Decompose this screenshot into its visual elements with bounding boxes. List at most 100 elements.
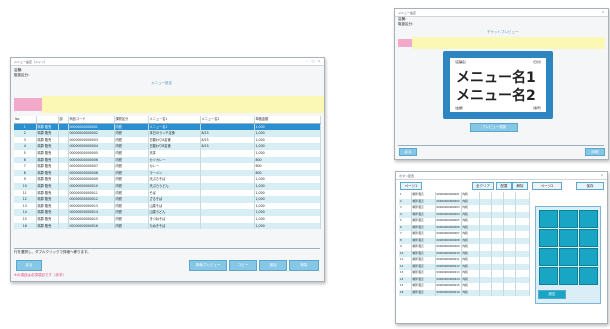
col-tax[interactable]: 課税区分	[114, 116, 149, 124]
preview-back-button[interactable]: 戻る	[399, 148, 417, 156]
main-titlebar: メニュー設定（メイン） – □ ×	[11, 58, 324, 66]
back-button[interactable]: 戻る	[16, 260, 42, 271]
table-row[interactable]: 3 精算 販売 00000000000003 内税 日替わりA定食 8/15 1,000	[14, 136, 321, 144]
grid-window-title: ボタン配置	[399, 173, 415, 178]
menu-button-tile[interactable]	[539, 248, 558, 266]
table-row[interactable]: 12 精算 販売 00000000000012 内税 ざるそば 1,000	[14, 196, 321, 203]
tab-page1[interactable]: ページ1	[400, 182, 422, 190]
menu-button-tile[interactable]	[579, 210, 598, 228]
cell-type: 精算 販売	[36, 189, 59, 197]
cell-no: 1	[14, 123, 37, 131]
table-row[interactable]: 6 精算 販売 00000000000006 内税 カツカレー 800	[14, 156, 321, 164]
cell-dept	[58, 130, 69, 137]
cell-type: 精算 販売	[36, 156, 59, 164]
col-price[interactable]: 単価金額	[254, 116, 321, 124]
table-row[interactable]: 10 精算 販売 00000000000010 内税 天ぷらうどん 1,000	[14, 182, 321, 190]
cell-name1: カツカレー	[148, 156, 201, 164]
cell-price: 1,000	[254, 222, 321, 230]
maximize-icon[interactable]: □	[311, 60, 315, 63]
cell-dept	[58, 196, 69, 203]
ticket-preview-button[interactable]: 券面プレビュー	[189, 260, 227, 271]
cell-price: 600	[254, 163, 321, 170]
table-row[interactable]: 15 精算 販売 00000000000015 内税 きつねそば 1,000	[14, 215, 321, 223]
table-row[interactable]: 13 精算 販売 00000000000013 内税 山菜そば 1,000	[14, 202, 321, 210]
tab-page2[interactable]: ページ2	[532, 182, 562, 190]
category-label: 取扱区分：	[14, 73, 32, 77]
table-row[interactable]: 14 精算 販売 00000000000014 内税 山菜うどん 1,000	[14, 209, 321, 216]
cell-dept	[58, 189, 69, 197]
menu-button-tile[interactable]	[579, 248, 598, 266]
table-row[interactable]: 8 精算 販売 00000000000008 内税 ラーメン 600	[14, 169, 321, 177]
col-name2[interactable]: メニュー名2	[200, 116, 255, 124]
col-dept[interactable]: 部	[58, 116, 69, 124]
save-button[interactable]: 保存	[576, 182, 604, 190]
cell-no: 8	[14, 169, 37, 177]
page-title: メニュー設定	[151, 81, 172, 85]
assign-cell	[491, 289, 504, 296]
table-row[interactable]: 16 精算 販売 00000000000016 内税 たぬきそば 1,000	[14, 222, 321, 230]
cell-code: 00000000000015	[68, 215, 115, 223]
clear-all-button[interactable]: 全クリア	[472, 182, 494, 190]
place-button[interactable]: 配置	[496, 182, 512, 190]
cell-dept	[58, 182, 69, 190]
cell-tax: 内税	[114, 130, 149, 137]
menu-button-tile[interactable]	[539, 267, 558, 285]
menu-button-tile[interactable]	[559, 210, 578, 228]
table-row[interactable]: 4 精算 販売 00000000000004 内税 日替わりB定食 8/15 1,000	[14, 143, 321, 150]
preview-print-button[interactable]: 印刷	[585, 148, 605, 156]
ticket-header-left: （店舗名）	[453, 60, 469, 64]
delete-button[interactable]: 削除	[289, 260, 319, 271]
ticket-card: （店舗名） （日付） メニュー名1 メニュー名2 （金額） （番号）	[450, 58, 546, 112]
col-code[interactable]: 商品コード	[68, 116, 115, 124]
table-row[interactable]: 11 精算 販売 00000000000011 内税 そば 1,000	[14, 189, 321, 197]
col-name1[interactable]: メニュー名1	[148, 116, 201, 124]
col-no[interactable]: No.	[14, 116, 37, 124]
selection-color-swatch[interactable]	[14, 98, 42, 111]
cell-price: 800	[254, 156, 321, 164]
menu-button-tile[interactable]	[579, 229, 598, 247]
menu-button-tile[interactable]	[559, 229, 578, 247]
assign-cell	[479, 289, 492, 296]
cell-type: 精算 販売	[36, 209, 59, 216]
assign-row[interactable]: 16 精算 販売 00000000000016 内税	[399, 289, 530, 296]
release-button[interactable]: 解除	[512, 182, 528, 190]
menu-button-tile[interactable]	[539, 229, 558, 247]
grid-setting-button[interactable]: 設定	[538, 290, 566, 299]
menu-button-tile[interactable]	[559, 267, 578, 285]
cell-type: 精算 販売	[36, 169, 59, 177]
cell-no: 16	[14, 222, 37, 230]
cell-name2: 8/15	[200, 130, 255, 137]
cell-price: 1,000	[254, 182, 321, 190]
cell-dept	[58, 136, 69, 144]
cell-name2	[200, 176, 255, 183]
cell-price: 1,000	[254, 196, 321, 203]
cell-name1: たぬきそば	[148, 222, 201, 230]
cell-code: 00000000000007	[68, 163, 115, 170]
cell-no: 5	[14, 149, 37, 157]
menu-button-tile[interactable]	[579, 267, 598, 285]
cell-name2: 8/15	[200, 136, 255, 144]
menu-button-tile[interactable]	[539, 210, 558, 228]
preview-swatch[interactable]	[398, 39, 412, 47]
close-icon[interactable]: ×	[600, 174, 604, 177]
add-button[interactable]: 追加	[259, 260, 287, 271]
col-type[interactable]	[36, 116, 59, 124]
menu-button-tile[interactable]	[559, 248, 578, 266]
close-icon[interactable]: ×	[317, 60, 321, 63]
minimize-icon[interactable]: –	[305, 60, 309, 63]
copy-button[interactable]: コピー	[229, 260, 257, 271]
cell-price: 1,000	[254, 202, 321, 210]
ticket-line2: メニュー名2	[456, 88, 536, 104]
preview-update-button[interactable]: プレビュー更新	[470, 123, 518, 132]
table-row[interactable]: 1 精算 販売 00000000000001 内税 メニュー名1 1,000	[14, 123, 321, 131]
table-row[interactable]: 5 精算 販売 00000000000005 内税 天丼 1,000	[14, 149, 321, 157]
cell-name2	[200, 222, 255, 230]
table-row[interactable]: 2 精算 販売 00000000000002 内税 本日のランチ定食 8/15 1,000	[14, 130, 321, 137]
cell-code: 00000000000013	[68, 202, 115, 210]
table-row[interactable]: 7 精算 販売 00000000000007 内税 カレー 600	[14, 163, 321, 170]
close-icon[interactable]: ×	[601, 11, 605, 14]
preview-window-title: メニュー設定	[398, 10, 417, 15]
table-row[interactable]: 9 精算 販売 00000000000009 内税 天ぷらそば 1,000	[14, 176, 321, 183]
assign-table: 1 精算 販売 00000000000001 内税 2 精算 販売 000000000000…	[399, 192, 530, 296]
cell-dept	[58, 209, 69, 216]
